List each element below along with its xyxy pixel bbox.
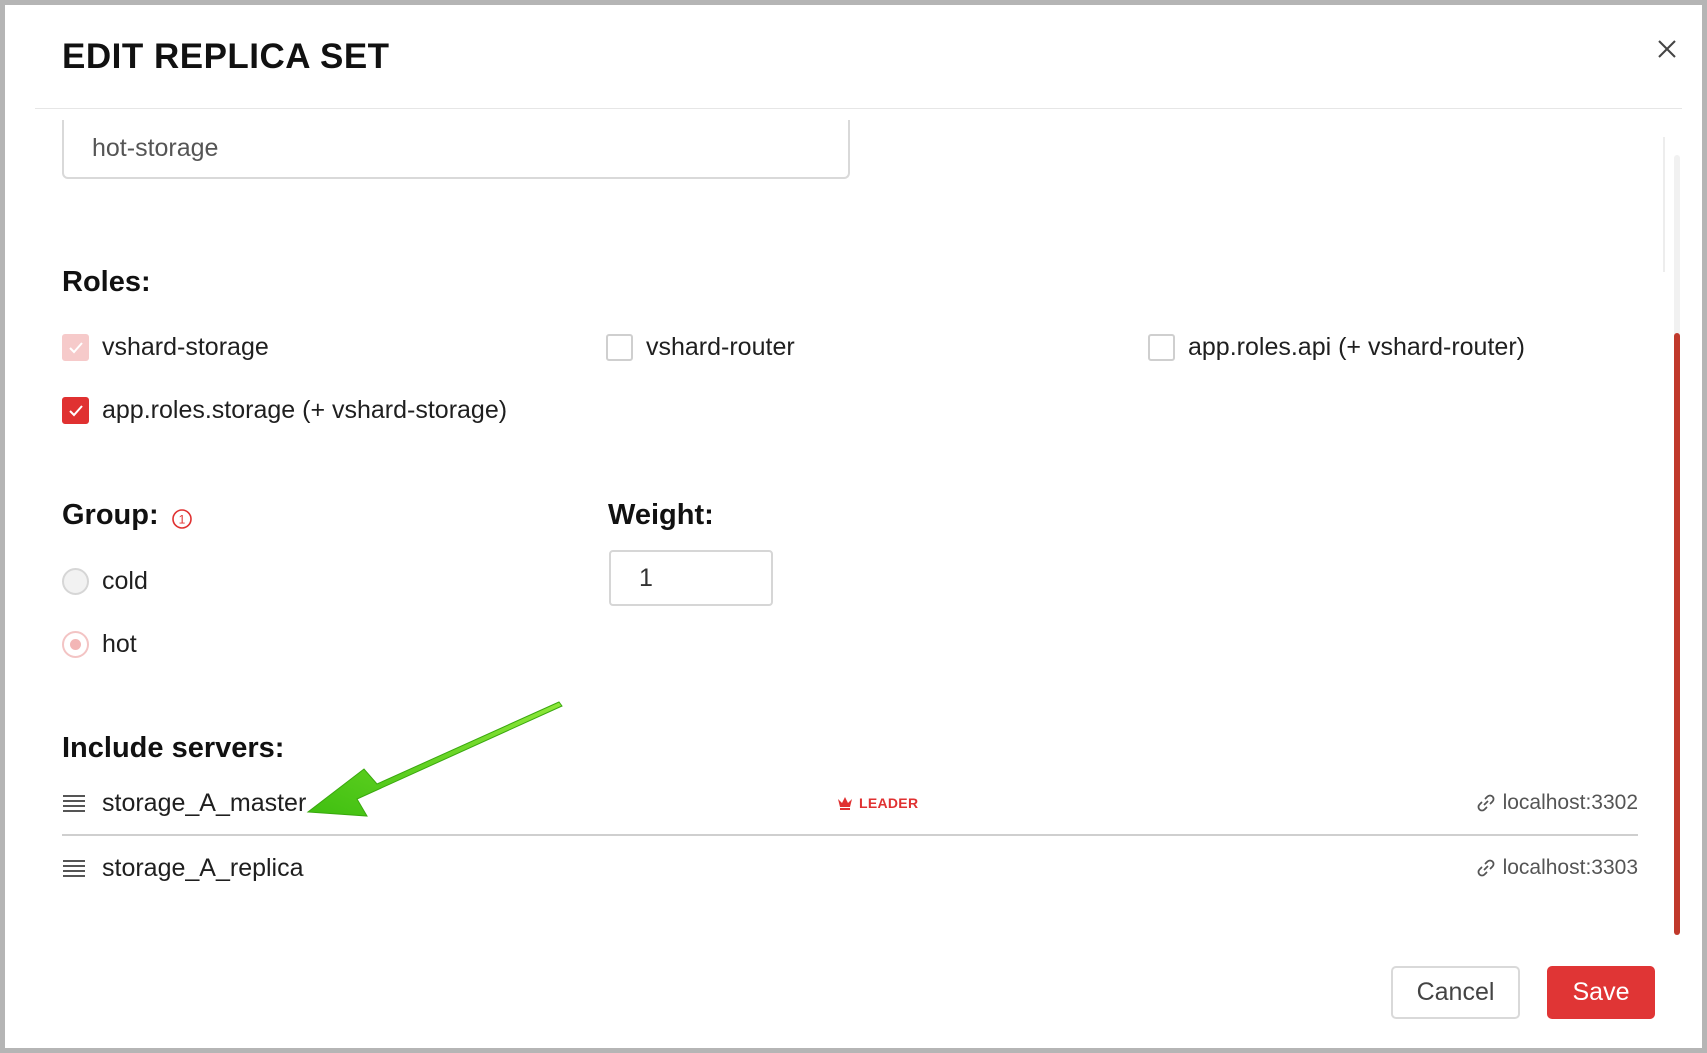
header-divider <box>35 108 1682 109</box>
checkbox-unchecked-icon <box>1148 334 1175 361</box>
close-icon <box>1658 40 1676 58</box>
drag-handle-icon[interactable] <box>62 793 86 813</box>
include-servers-label: Include servers: <box>62 732 285 764</box>
radio-unselected-icon <box>62 568 89 595</box>
group-option-label: hot <box>102 630 137 658</box>
cancel-button[interactable]: Cancel <box>1391 966 1520 1019</box>
annotation-arrow-icon <box>306 701 563 817</box>
server-row[interactable]: storage_A_replica localhost:3303 <box>62 842 1638 894</box>
server-row[interactable]: storage_A_master LEADER localhost:3302 <box>62 777 1638 829</box>
svg-text:1: 1 <box>179 513 186 527</box>
scroll-edge <box>1663 137 1665 272</box>
server-name: storage_A_master <box>102 788 307 817</box>
role-checkbox-vshard-router[interactable]: vshard-router <box>606 333 795 362</box>
role-label: app.roles.api (+ vshard-router) <box>1188 333 1525 361</box>
edit-replica-set-dialog: EDIT REPLICA SET Roles: vshard-storage v… <box>0 0 1707 1053</box>
role-label: vshard-router <box>646 333 795 361</box>
group-radio-hot[interactable]: hot <box>62 630 137 659</box>
leader-badge-label: LEADER <box>859 795 919 811</box>
crown-icon <box>838 797 852 810</box>
server-name: storage_A_replica <box>102 853 304 882</box>
server-uri[interactable]: localhost:3303 <box>1475 856 1638 880</box>
replica-set-alias-input[interactable] <box>62 120 850 179</box>
close-button[interactable] <box>1651 33 1683 65</box>
role-label: app.roles.storage (+ vshard-storage) <box>102 396 508 424</box>
checkbox-checked-disabled-icon <box>62 334 89 361</box>
weight-label: Weight: <box>608 499 714 531</box>
role-checkbox-vshard-storage[interactable]: vshard-storage <box>62 333 269 362</box>
drag-handle-icon[interactable] <box>62 858 86 878</box>
info-icon[interactable]: 1 <box>171 508 193 530</box>
link-icon <box>1477 859 1494 877</box>
save-button[interactable]: Save <box>1547 966 1655 1019</box>
scrollbar-thumb[interactable] <box>1674 333 1680 935</box>
dialog-title: EDIT REPLICA SET <box>62 37 390 76</box>
role-checkbox-app-roles-storage[interactable]: app.roles.storage (+ vshard-storage) <box>62 396 507 425</box>
checkbox-checked-icon <box>62 397 89 424</box>
weight-input[interactable] <box>609 550 773 606</box>
role-checkbox-app-roles-api[interactable]: app.roles.api (+ vshard-router) <box>1148 333 1525 362</box>
leader-badge: LEADER <box>837 795 918 811</box>
role-label: vshard-storage <box>102 333 269 361</box>
roles-label: Roles: <box>62 266 151 298</box>
group-radio-cold[interactable]: cold <box>62 567 148 596</box>
server-uri-label: localhost:3302 <box>1502 791 1638 814</box>
checkbox-unchecked-icon <box>606 334 633 361</box>
server-uri[interactable]: localhost:3302 <box>1475 791 1638 815</box>
group-label: Group: <box>62 499 159 531</box>
group-option-label: cold <box>102 567 148 595</box>
server-uri-label: localhost:3303 <box>1502 856 1638 879</box>
link-icon <box>1477 794 1494 812</box>
server-row-divider <box>62 834 1638 836</box>
radio-selected-icon <box>62 631 89 658</box>
